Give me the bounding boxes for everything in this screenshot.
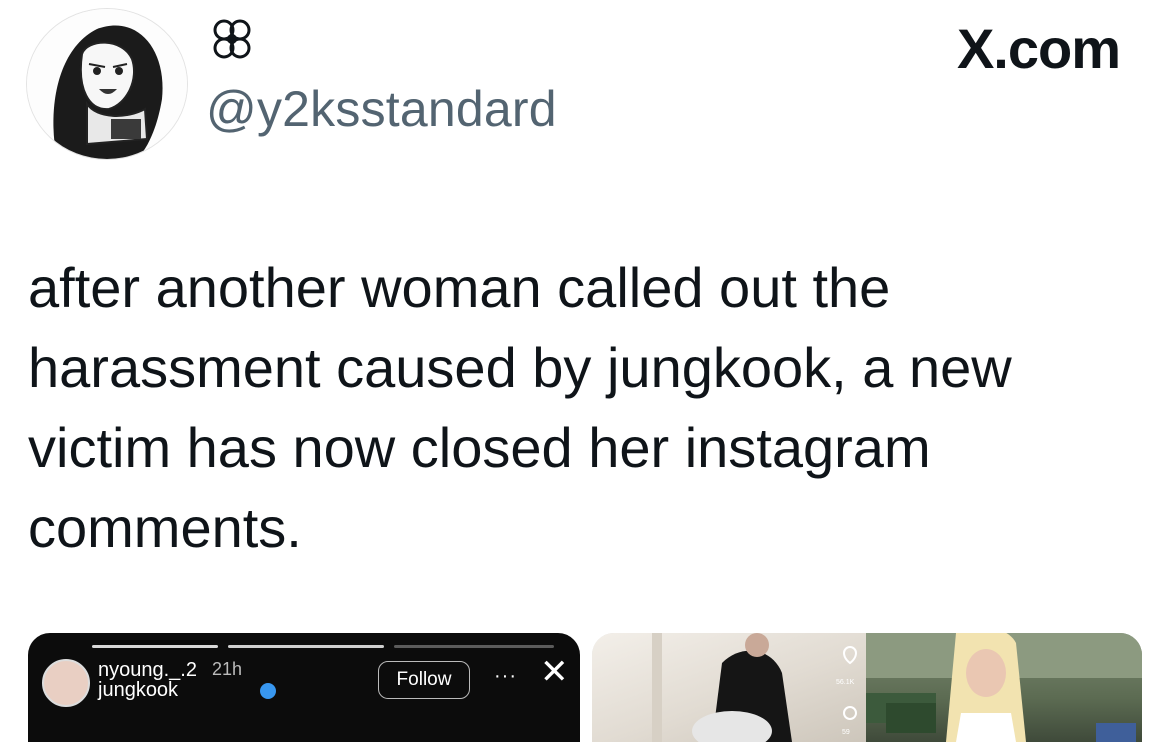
- media-photos[interactable]: 56.1K 59: [592, 633, 1142, 742]
- avatar-illustration: [27, 9, 187, 159]
- instagram-timestamp: 21h: [212, 659, 243, 679]
- verified-icon: [260, 683, 276, 699]
- follow-button[interactable]: Follow: [378, 661, 470, 699]
- instagram-subtitle: jungkook: [98, 679, 179, 701]
- profile-avatar[interactable]: [26, 8, 188, 160]
- story-progress-2: [228, 645, 384, 648]
- flower-icon: [206, 14, 258, 66]
- story-progress-1: [92, 645, 218, 648]
- photo-portrait: [866, 633, 1142, 742]
- like-count: 56.1K: [836, 679, 855, 686]
- author-handle[interactable]: @y2ksstandard: [206, 80, 557, 138]
- watermark-brand: X.com: [956, 17, 1121, 80]
- story-progress-3: [394, 645, 554, 648]
- comment-count: 59: [842, 729, 850, 736]
- instagram-avatar: [42, 659, 90, 707]
- more-options-icon[interactable]: ···: [494, 665, 517, 688]
- tweet-text: after another woman called out the haras…: [28, 256, 1012, 559]
- close-icon[interactable]: ✕: [540, 655, 569, 689]
- media-instagram-screenshot[interactable]: nyoung._.2 21h jungkook Follow ··· ✕: [28, 633, 580, 742]
- photo-video-still: 56.1K 59: [592, 633, 866, 742]
